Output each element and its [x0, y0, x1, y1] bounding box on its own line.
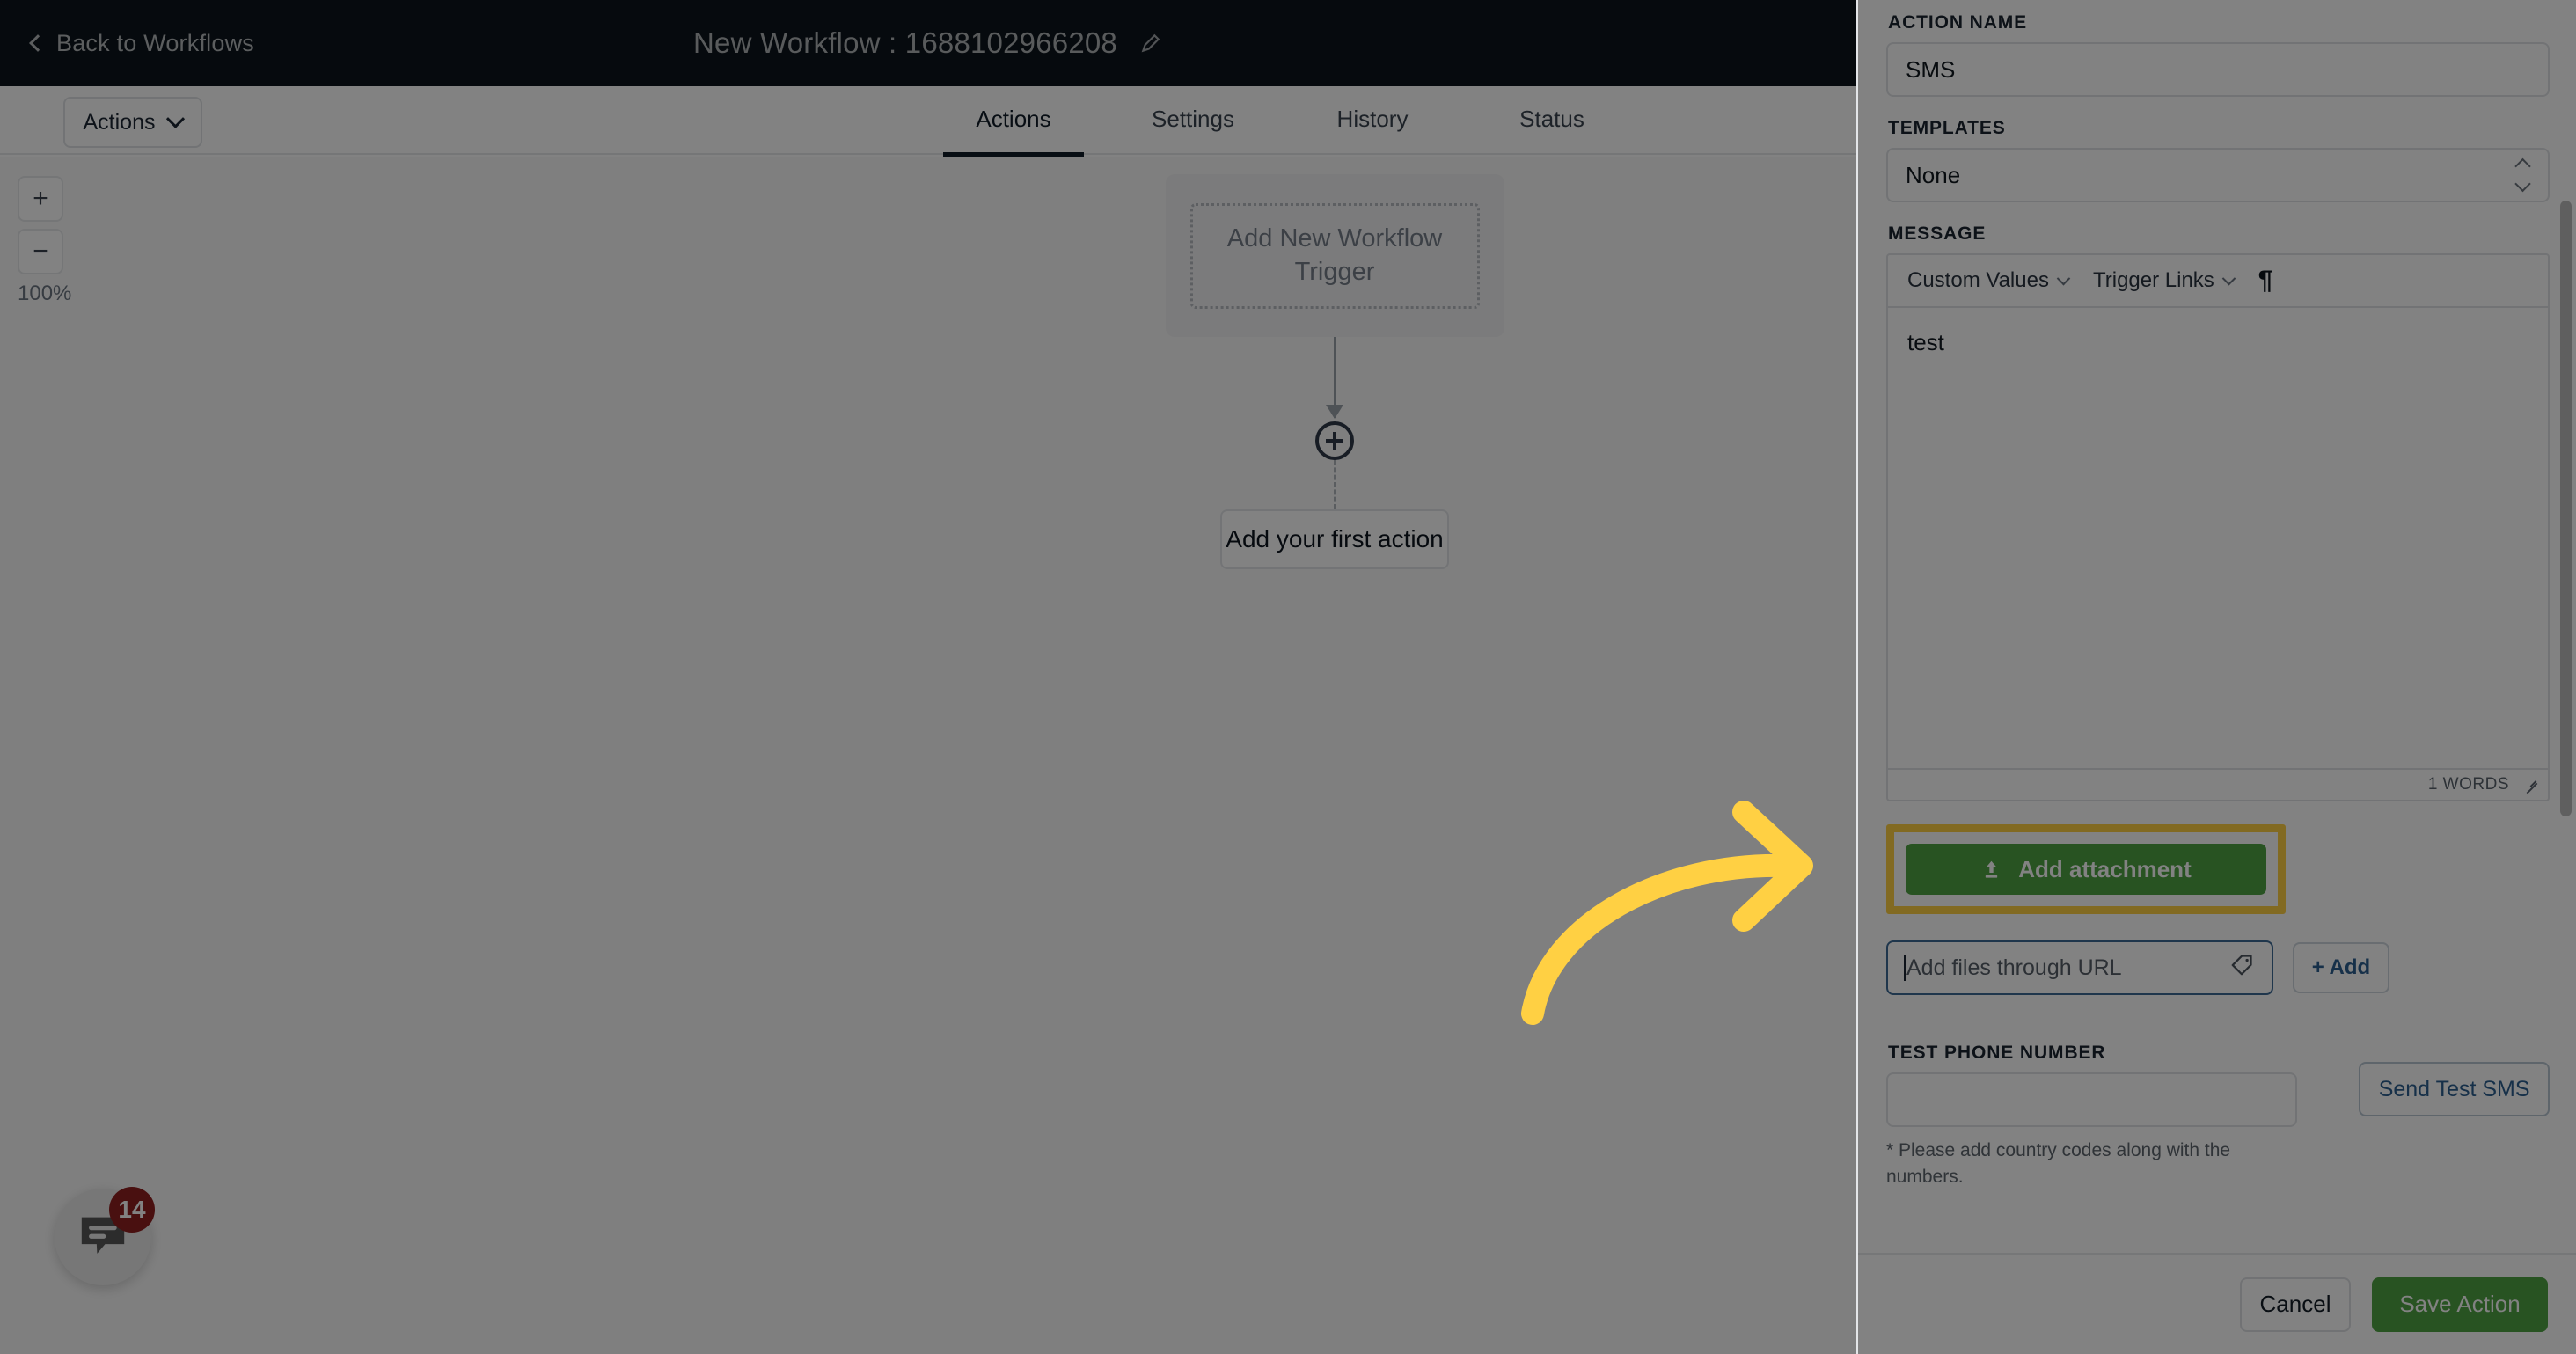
plus-circle-icon[interactable] — [1315, 421, 1354, 460]
pencil-icon[interactable] — [1138, 31, 1163, 55]
chevron-left-icon — [29, 33, 47, 52]
add-url-button[interactable]: + Add — [2293, 942, 2389, 993]
word-count-label: 1 WORDS — [2427, 775, 2509, 794]
text-caret — [1904, 955, 1906, 981]
connector-dashed — [1333, 460, 1336, 509]
workflow-tab-bar: Actions Actions Settings History Status — [0, 86, 1856, 157]
chevron-updown-icon — [2514, 157, 2531, 193]
add-first-action-button[interactable]: Add your first action — [1220, 509, 1449, 569]
chat-widget-button[interactable]: 14 — [55, 1187, 155, 1285]
action-settings-panel: ACTION NAME TEMPLATES None MESSAGE Custo… — [1856, 0, 2576, 1354]
message-body-input[interactable]: test — [1888, 308, 2548, 768]
add-attachment-button[interactable]: Add attachment — [1906, 844, 2266, 895]
templates-select[interactable]: None — [1886, 148, 2550, 202]
add-attachment-highlight: Add attachment — [1886, 824, 2286, 914]
action-name-input[interactable] — [1886, 42, 2550, 97]
test-phone-input[interactable] — [1886, 1072, 2298, 1127]
chat-unread-badge: 14 — [109, 1187, 155, 1233]
panel-footer: Cancel Save Action — [1858, 1253, 2576, 1354]
test-phone-left: TEST PHONE NUMBER * Please add country c… — [1886, 1028, 2298, 1191]
actions-dropdown-label: Actions — [83, 109, 156, 135]
tab-history[interactable]: History — [1283, 86, 1462, 155]
message-editor-footer: 1 WORDS — [1888, 768, 2548, 800]
add-first-action-label: Add your first action — [1226, 525, 1444, 553]
resize-grip-icon[interactable] — [2521, 777, 2537, 793]
test-phone-label: TEST PHONE NUMBER — [1888, 1043, 2106, 1063]
workflow-trigger-card[interactable]: Add New Workflow Trigger — [1165, 174, 1504, 337]
trigger-links-dropdown[interactable]: Trigger Links — [2092, 268, 2236, 293]
connector-arrow — [1326, 337, 1343, 419]
tab-status-label: Status — [1519, 106, 1584, 132]
test-phone-note: * Please add country codes along with th… — [1886, 1140, 2231, 1188]
tag-icon[interactable] — [2229, 953, 2256, 984]
file-url-placeholder: Add files through URL — [1906, 955, 2122, 980]
tab-actions-label: Actions — [976, 106, 1051, 132]
chevron-down-icon — [166, 109, 186, 128]
zoom-in-button[interactable]: + — [18, 176, 63, 222]
app-root: Back to Workflows New Workflow : 1688102… — [0, 0, 2576, 1354]
zoom-out-label: − — [33, 237, 48, 266]
back-to-workflows-label: Back to Workflows — [56, 29, 254, 56]
custom-values-label: Custom Values — [1907, 268, 2049, 292]
paragraph-icon[interactable]: ¶ — [2258, 266, 2273, 296]
file-url-input[interactable]: Add files through URL — [1886, 940, 2273, 995]
tab-status[interactable]: Status — [1462, 86, 1642, 155]
zoom-out-button[interactable]: − — [18, 229, 63, 274]
test-phone-block: TEST PHONE NUMBER * Please add country c… — [1886, 1028, 2550, 1191]
tab-settings-label: Settings — [1152, 106, 1234, 132]
zoom-controls: + − 100% — [18, 176, 72, 306]
templates-label: TEMPLATES — [1888, 118, 2006, 138]
top-header-bar: Back to Workflows — [0, 0, 1856, 86]
templates-selected-value: None — [1906, 161, 1961, 188]
cancel-button[interactable]: Cancel — [2240, 1277, 2351, 1332]
add-new-workflow-trigger-label: Add New Workflow Trigger — [1226, 224, 1443, 286]
chevron-down-icon — [2221, 271, 2236, 285]
send-test-sms-button[interactable]: Send Test SMS — [2359, 1062, 2550, 1116]
tab-history-label: History — [1336, 106, 1409, 132]
zoom-level-label: 100% — [18, 282, 72, 305]
workflow-flow: Add New Workflow Trigger Add your first … — [1150, 174, 1519, 569]
save-action-button[interactable]: Save Action — [2372, 1277, 2548, 1332]
actions-dropdown[interactable]: Actions — [63, 97, 202, 148]
zoom-in-label: + — [33, 184, 48, 213]
workflow-main-region: Back to Workflows New Workflow : 1688102… — [0, 0, 1856, 1354]
custom-values-dropdown[interactable]: Custom Values — [1907, 268, 2071, 293]
panel-scrollbar-thumb[interactable] — [2560, 201, 2572, 816]
panel-scroll-content: ACTION NAME TEMPLATES None MESSAGE Custo… — [1858, 0, 2576, 1253]
add-attachment-label: Add attachment — [2018, 855, 2192, 882]
tab-settings[interactable]: Settings — [1103, 86, 1283, 155]
message-editor: Custom Values Trigger Links ¶ test 1 WOR… — [1886, 253, 2550, 801]
upload-icon — [1980, 859, 2002, 881]
trigger-links-label: Trigger Links — [2092, 268, 2214, 292]
chevron-down-icon — [2056, 271, 2071, 285]
add-new-workflow-trigger-button[interactable]: Add New Workflow Trigger — [1189, 202, 1480, 309]
message-editor-toolbar: Custom Values Trigger Links ¶ — [1888, 255, 2548, 308]
action-name-label: ACTION NAME — [1888, 12, 2028, 33]
file-url-row: Add files through URL + Add — [1886, 940, 2550, 995]
tab-actions[interactable]: Actions — [924, 86, 1103, 157]
workflow-canvas[interactable]: + − 100% Add New Workflow Trigger Add yo… — [0, 157, 1856, 1354]
message-label: MESSAGE — [1888, 223, 1987, 244]
back-to-workflows-link[interactable]: Back to Workflows — [29, 29, 254, 57]
tab-list: Actions Settings History Status — [924, 86, 1642, 157]
